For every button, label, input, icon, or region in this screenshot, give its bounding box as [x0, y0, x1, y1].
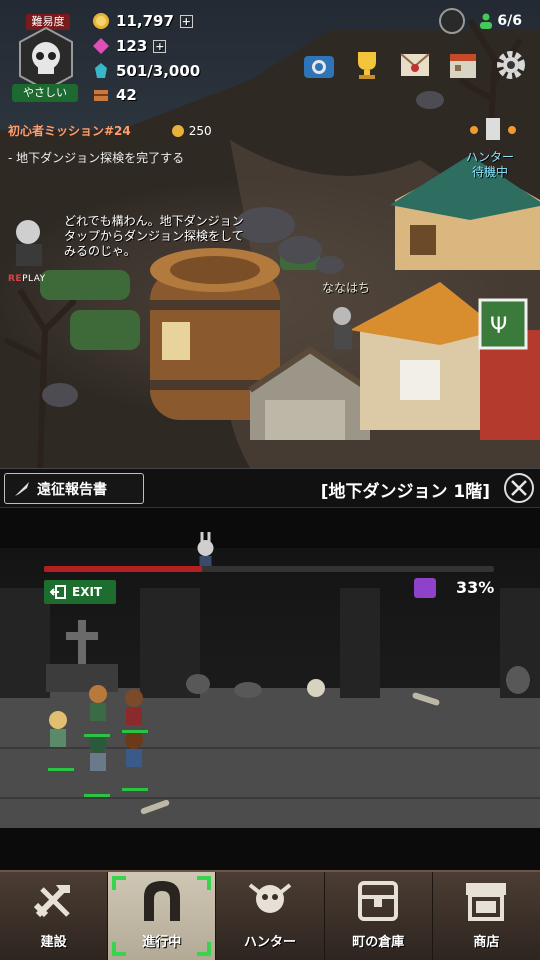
bottom-nav: 建設 進行中 ハンター 町の倉庫 商店 [0, 870, 540, 960]
hunter-waiting-line1: ハンター [466, 150, 515, 164]
material-counter: 42 [92, 86, 137, 104]
mail-button[interactable] [396, 46, 434, 84]
mana-value: 501/3,000 [116, 62, 201, 80]
nav-hunter[interactable]: ハンター [216, 872, 325, 960]
mana-counter: 501/3,000 [92, 62, 200, 80]
exit-button[interactable]: EXIT [44, 580, 116, 604]
mission-reward: 250 [171, 124, 212, 138]
dungeon-title: [地下ダンジョン 1階] [320, 482, 490, 502]
npc-dialog-text: どれでも構わん。地下ダンジョンタップからダンジョン探検をしてみるのじゃ。 [64, 214, 244, 258]
dead-tree [3, 288, 78, 468]
nav-shop-label: 商店 [473, 935, 500, 950]
hunter-marker [470, 118, 516, 140]
party-status-icon[interactable] [414, 578, 436, 598]
top-right-status: 6/6 [439, 8, 522, 34]
nav-warehouse-label: 町の倉庫 [352, 935, 405, 950]
build-icon [33, 885, 70, 918]
gold-value: 11,797 [116, 12, 174, 30]
gear-icon [497, 51, 525, 79]
npc-portrait [16, 220, 42, 266]
calendar-button[interactable] [444, 46, 482, 84]
mana-crystal-icon [95, 63, 107, 78]
material-value: 42 [116, 86, 137, 104]
population-value: 6/6 [497, 13, 522, 29]
camera-icon [304, 56, 334, 78]
skull-icon [19, 26, 73, 92]
gem-value: 123 [116, 37, 148, 55]
nav-build-label: 建設 [40, 935, 67, 950]
mission-title: 初心者ミッション#24 [8, 124, 131, 138]
hunter-waiting-line2: 待機中 [472, 165, 509, 179]
replay-button[interactable]: REPLAY [8, 274, 46, 284]
exit-door-icon [50, 585, 66, 599]
population-counter: 6/6 [479, 13, 522, 29]
material-box-icon [94, 90, 108, 101]
dungeon-progress-fill [44, 566, 202, 572]
gold-coin-icon [93, 13, 109, 29]
dungeon-scenery [0, 532, 540, 815]
hunter-icon [248, 883, 292, 913]
camera-button[interactable] [300, 46, 338, 84]
mission-reward-value: 250 [188, 123, 212, 138]
active-corner [112, 876, 127, 890]
nav-build[interactable]: 建設 [0, 872, 109, 960]
close-button[interactable] [504, 473, 534, 503]
character-sprite [333, 307, 352, 349]
add-gem-button[interactable]: + [153, 39, 167, 53]
nav-hunter-label: ハンター [244, 935, 297, 950]
progress-percent: 33% [456, 578, 495, 597]
achievements-button[interactable] [348, 46, 386, 84]
active-corner [112, 942, 127, 956]
nav-in-progress[interactable]: 進行中 [108, 872, 217, 960]
gem-counter: 123 + [92, 37, 167, 55]
skull-decoration [307, 679, 325, 697]
mission-description: - 地下ダンジョン探検を完了する [8, 151, 185, 165]
expedition-report-label: 遠征報告書 [37, 481, 107, 498]
town-view[interactable]: Ψ 難易度 やさしい 11,797 + 123 + 501/3,000 42 6… [0, 0, 540, 468]
gold-coin-icon [171, 124, 184, 137]
expedition-report-button[interactable]: 遠征報告書 [4, 473, 144, 504]
dungeon-view: EXIT 33% [0, 508, 540, 870]
gold-counter: 11,797 + [92, 12, 193, 30]
gem-icon [93, 38, 109, 54]
nav-in-progress-label: 進行中 [142, 935, 182, 950]
nav-shop[interactable]: 商店 [433, 872, 540, 960]
difficulty-value: やさしい [12, 84, 78, 102]
hunter-party [48, 685, 148, 797]
mission-panel[interactable]: 初心者ミッション#24 250 - 地下ダンジョン探検を完了する [8, 122, 212, 166]
crossed-swords-icon [511, 480, 527, 496]
replay-prefix: RE [8, 274, 23, 284]
hunter-waiting-label[interactable]: ハンター 待機中 [466, 150, 514, 180]
trophy-icon [358, 52, 376, 79]
svg-text:Ψ: Ψ [490, 314, 507, 339]
shop-icon [466, 883, 507, 921]
quill-icon [15, 481, 29, 496]
profile-badge-icon[interactable] [439, 8, 466, 34]
calendar-icon [450, 54, 476, 78]
character-name: ななはち [322, 281, 371, 295]
settings-button[interactable] [492, 46, 530, 84]
active-corner [197, 942, 212, 956]
gate-icon [143, 881, 180, 921]
nav-warehouse[interactable]: 町の倉庫 [325, 872, 433, 960]
toolbar [300, 46, 530, 84]
difficulty-badge[interactable]: 難易度 やさしい [10, 14, 78, 102]
expedition-header: 遠征報告書 [地下ダンジョン 1階] [0, 468, 540, 508]
chest-icon [358, 881, 399, 921]
active-corner [197, 876, 212, 890]
grave-cross [46, 620, 118, 692]
dungeon-progress-bar [44, 566, 494, 572]
person-icon [480, 13, 493, 29]
exit-label: EXIT [72, 585, 103, 599]
add-gold-button[interactable]: + [179, 14, 193, 28]
letter-icon [400, 53, 430, 76]
replay-rest: PLAY [22, 274, 46, 284]
